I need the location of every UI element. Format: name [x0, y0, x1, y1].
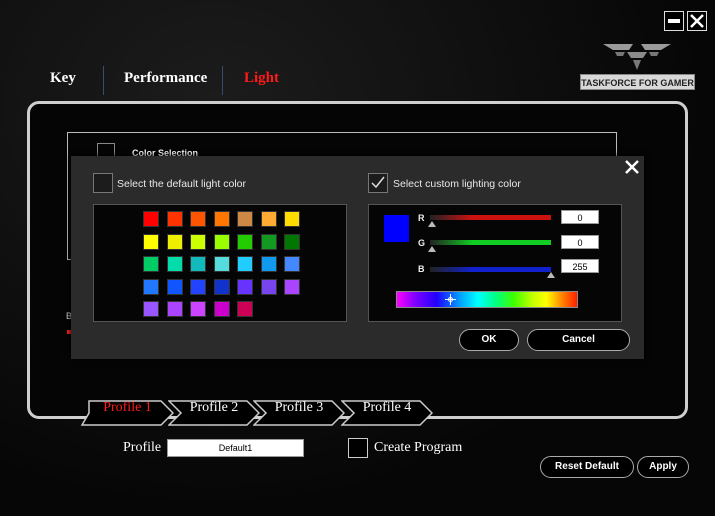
color-swatch[interactable]: [213, 301, 230, 317]
profile-label: Profile: [123, 440, 162, 455]
color-swatch[interactable]: [166, 278, 183, 295]
blue-label: B: [418, 264, 425, 274]
color-swatch[interactable]: [166, 233, 183, 250]
color-swatch[interactable]: [284, 278, 300, 295]
profile-tab-label: Profile 3: [274, 400, 324, 415]
color-preview: [384, 215, 409, 242]
color-swatch[interactable]: [143, 233, 159, 250]
apply-button[interactable]: Apply: [637, 456, 689, 478]
color-swatch[interactable]: [260, 278, 277, 295]
color-swatch[interactable]: [284, 233, 300, 250]
logo-icon: [603, 44, 671, 70]
default-color-label: Select the default light color: [117, 178, 246, 190]
tab-divider: [222, 66, 223, 95]
color-swatch[interactable]: [143, 211, 159, 227]
color-swatch[interactable]: [190, 256, 206, 272]
color-swatch[interactable]: [190, 211, 206, 227]
blue-slider-thumb[interactable]: [547, 272, 555, 278]
close-window-button[interactable]: [687, 11, 707, 31]
color-swatch[interactable]: [237, 301, 253, 317]
profile-tab-2[interactable]: Profile 2: [168, 400, 260, 426]
color-swatch[interactable]: [166, 301, 183, 317]
color-swatch[interactable]: [284, 256, 300, 272]
color-swatch[interactable]: [284, 211, 300, 227]
create-program-label: Create Program: [374, 440, 463, 455]
color-swatch[interactable]: [237, 278, 253, 295]
profile-tab-1[interactable]: Profile 1: [81, 400, 174, 426]
blue-value[interactable]: 255: [561, 259, 599, 273]
green-slider[interactable]: [430, 240, 551, 245]
dialog-close-icon[interactable]: [624, 159, 640, 175]
custom-color-checkbox[interactable]: [368, 173, 388, 193]
profile-tab-label: Profile 2: [189, 400, 239, 415]
color-swatch[interactable]: [166, 256, 183, 272]
color-swatch[interactable]: [213, 256, 230, 272]
color-spectrum[interactable]: [396, 291, 578, 308]
red-slider-thumb[interactable]: [428, 221, 436, 227]
profile-name-input[interactable]: [167, 439, 304, 457]
green-label: G: [418, 238, 426, 248]
color-swatch[interactable]: [143, 278, 159, 295]
profile-tab-label: Profile 1: [103, 400, 152, 415]
color-swatch[interactable]: [190, 233, 206, 250]
color-swatch[interactable]: [213, 211, 230, 227]
color-swatch[interactable]: [143, 256, 159, 272]
red-label: R: [418, 213, 425, 223]
minimize-button[interactable]: [664, 11, 684, 31]
color-swatch[interactable]: [237, 256, 253, 272]
custom-color-label: Select custom lighting color: [393, 178, 521, 190]
color-swatch[interactable]: [166, 211, 183, 227]
color-swatch[interactable]: [260, 233, 277, 250]
color-swatch[interactable]: [143, 301, 159, 317]
create-program-checkbox[interactable]: [348, 438, 368, 458]
color-swatch[interactable]: [213, 233, 230, 250]
crosshair-icon[interactable]: [445, 294, 456, 305]
reset-default-button[interactable]: Reset Default: [540, 456, 634, 478]
green-slider-thumb[interactable]: [428, 246, 436, 252]
color-swatch[interactable]: [237, 211, 253, 227]
logo-text: TASKFORCE FOR GAMER: [580, 74, 695, 90]
red-slider[interactable]: [430, 215, 551, 220]
green-value[interactable]: 0: [561, 235, 599, 249]
profile-tab-4[interactable]: Profile 4: [341, 400, 433, 426]
profile-tab-label: Profile 4: [362, 400, 412, 415]
color-swatch[interactable]: [260, 256, 277, 272]
tab-key[interactable]: Key: [50, 70, 76, 87]
color-swatch[interactable]: [237, 233, 253, 250]
tab-divider: [103, 66, 104, 95]
color-swatch[interactable]: [190, 278, 206, 295]
close-icon: [690, 14, 704, 28]
blue-slider[interactable]: [430, 267, 551, 272]
color-swatch[interactable]: [260, 211, 277, 227]
ok-button[interactable]: OK: [459, 329, 519, 351]
red-value[interactable]: 0: [561, 210, 599, 224]
cancel-button[interactable]: Cancel: [527, 329, 630, 351]
tab-performance[interactable]: Performance: [124, 70, 207, 87]
color-swatch[interactable]: [190, 301, 206, 317]
color-swatch[interactable]: [213, 278, 230, 295]
checkmark-icon: [371, 176, 385, 189]
tab-light[interactable]: Light: [244, 70, 279, 87]
profile-tab-3[interactable]: Profile 3: [253, 400, 345, 426]
default-color-checkbox[interactable]: [93, 173, 113, 193]
